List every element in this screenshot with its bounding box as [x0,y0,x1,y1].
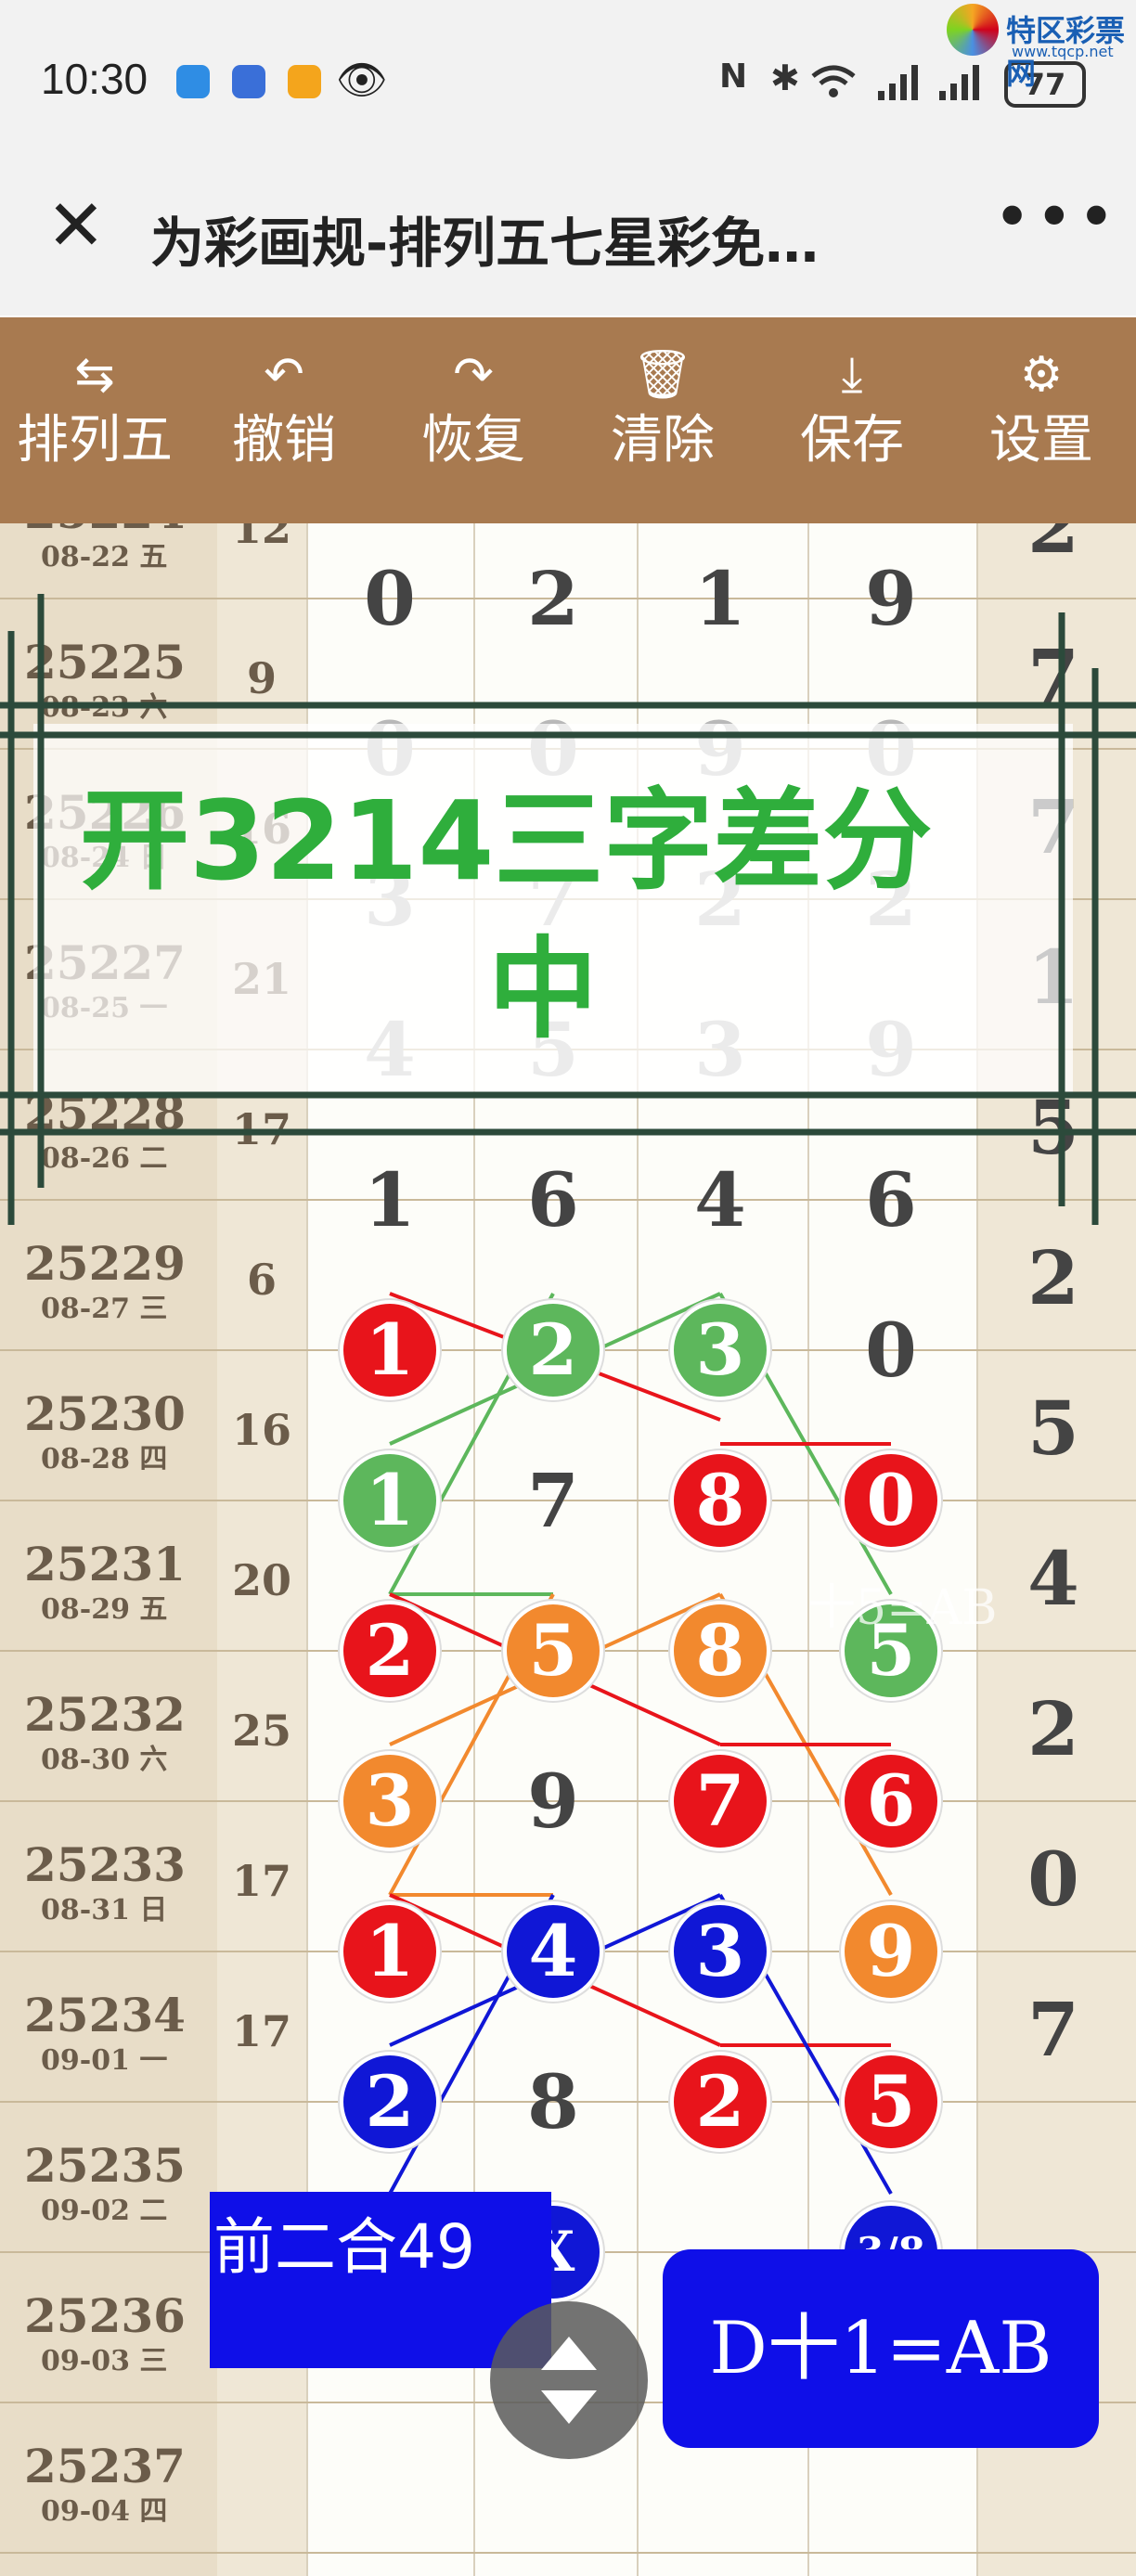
number-ball: 5 [841,2052,941,2152]
number-ball: 1 [340,1450,440,1551]
toolbar-label: 设置 [989,410,1093,470]
toolbar-label: 撤销 [232,410,336,470]
status-bar: 10:30 👁 N ✱ 77 特区彩票网 www.tqcp.net [0,0,1136,162]
digit-cell: 8 [527,2058,579,2145]
trash-icon: 🗑 [631,347,693,403]
redo-button[interactable]: ↷ 恢复 [379,317,568,523]
clear-button[interactable]: 🗑 清除 [568,317,757,523]
toolbar-label: 保存 [800,410,904,470]
download-icon: ⤓ [841,347,863,403]
number-ball: 0 [841,1450,941,1551]
bluetooth-icon: ✱ [770,58,800,98]
up-down-arrow-icon [541,2337,597,2424]
number-ball: 3 [340,1751,440,1851]
scroll-button[interactable] [490,2301,648,2459]
save-button[interactable]: ⤓ 保存 [757,317,947,523]
digit-cell: 7 [527,1457,579,1544]
number-ball: 3 [670,1300,770,1400]
settings-button[interactable]: ⚙ 设置 [947,317,1136,523]
number-ball: 2 [340,1601,440,1701]
number-ball: 4 [503,1901,603,2002]
mail-icon [288,65,321,98]
page-title: 为彩画规-排列五七星彩免… [150,212,820,275]
digit-cell: 0 [865,1307,917,1394]
close-icon[interactable]: ✕ [46,190,106,261]
right-label-box: D十1=AB [663,2249,1099,2448]
wifi-icon [811,65,856,97]
number-ball: 1 [340,1901,440,2002]
number-ball: 5 [503,1601,603,1701]
signal-icon [878,65,918,100]
number-ball: 2 [670,2052,770,2152]
gear-icon: ⚙ [1019,347,1064,403]
toolbar-label: 恢复 [421,410,525,470]
number-ball: 8 [670,1450,770,1551]
undo-button[interactable]: ↶ 撤销 [189,317,379,523]
digit-cell: 9 [527,1758,579,1845]
lottery-switch-button[interactable]: ⇆ 排列五 [0,317,189,523]
nfc-icon: N [719,58,748,96]
toolbar-label: 排列五 [17,410,173,470]
number-ball: 8 [670,1601,770,1701]
toolbar: ⇆ 排列五 ↶ 撤销 ↷ 恢复 🗑 清除 ⤓ 保存 ⚙ 设置 [0,317,1136,523]
status-time: 10:30 [41,55,148,103]
title-bar: ✕ 为彩画规-排列五七星彩免… ••• [0,162,1136,316]
number-ball: 2 [340,2052,440,2152]
redo-icon: ↷ [453,347,494,403]
number-ball: 3 [670,1901,770,2002]
logo-icon [947,4,999,56]
annotation-frame [0,594,1136,1225]
signal-icon-2 [939,65,979,100]
number-ball: 6 [841,1751,941,1851]
message-icon [176,65,210,98]
number-ball: 9 [841,1901,941,2002]
undo-icon: ↶ [264,347,304,403]
number-ball: 7 [670,1751,770,1851]
more-icon[interactable]: ••• [993,179,1119,255]
toolbar-label: 清除 [611,410,715,470]
faint-note: 十5=AB [807,1580,998,1636]
swap-icon: ⇆ [74,347,115,403]
number-ball: 1 [340,1300,440,1400]
number-ball: 2 [503,1300,603,1400]
eye-icon: 👁 [336,57,388,104]
app-icon [232,65,265,98]
watermark-url: www.tqcp.net [1012,43,1114,60]
